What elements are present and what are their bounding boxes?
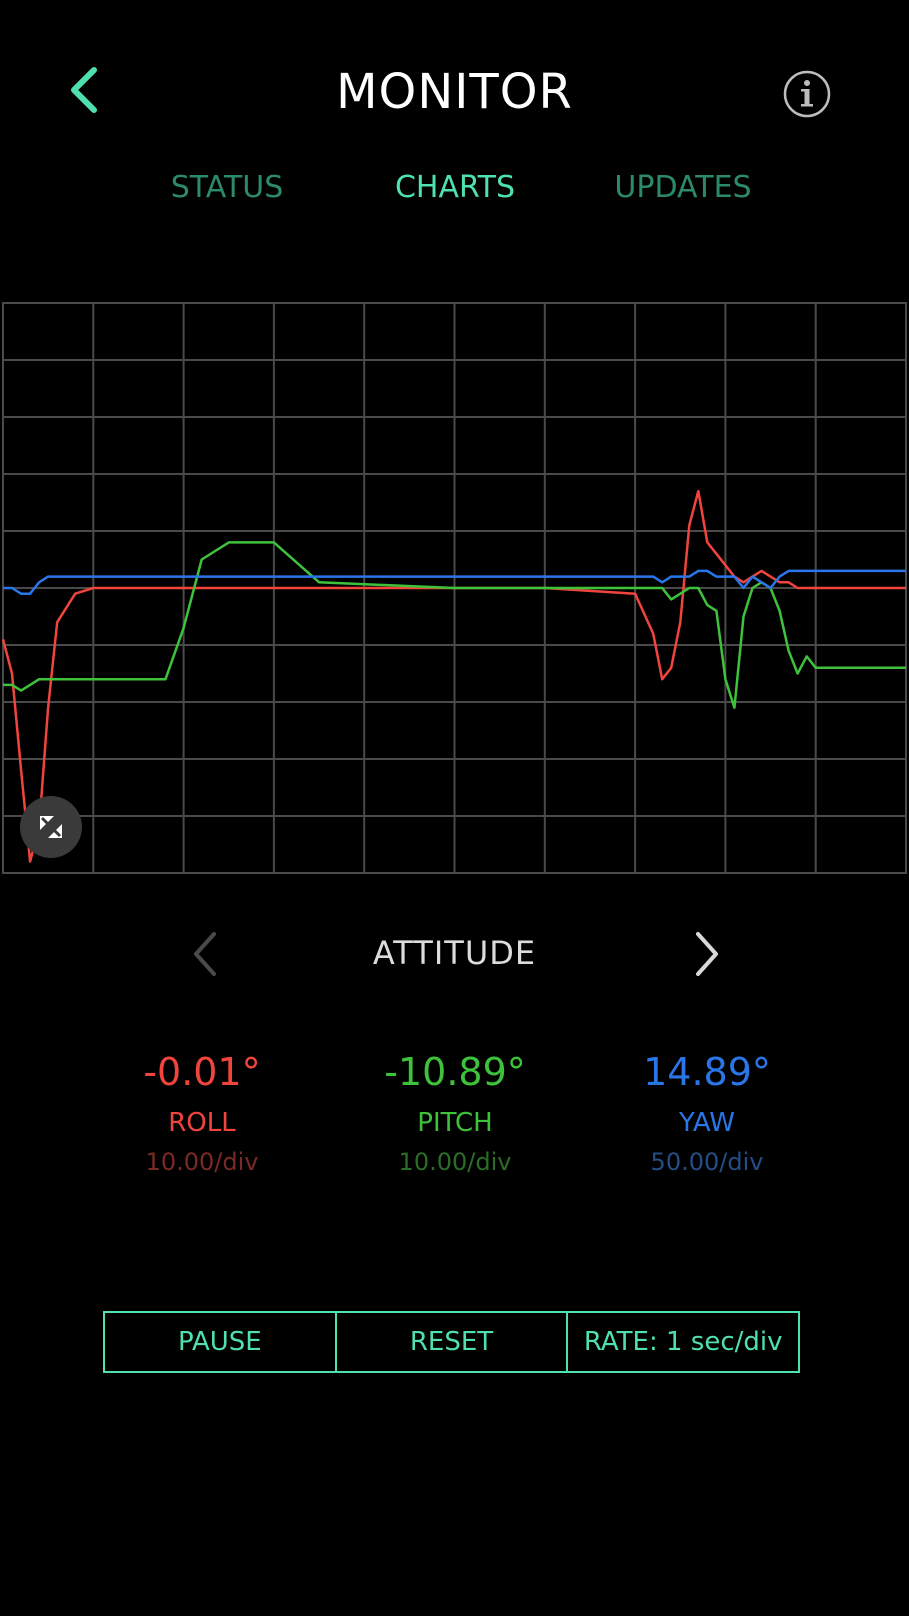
yaw-readout: 14.89° YAW 50.00/div: [577, 1050, 837, 1176]
tab-updates[interactable]: UPDATES: [614, 170, 751, 205]
roll-label: ROLL: [168, 1108, 236, 1138]
pitch-scale: 10.00/div: [398, 1148, 512, 1176]
header: MONITOR: [0, 0, 909, 150]
monitor-screen: MONITOR STATUS CHARTS UPDATES ATTITUDE -…: [0, 0, 909, 1616]
chevron-right-icon: [696, 932, 718, 976]
roll-readout: -0.01° ROLL 10.00/div: [72, 1050, 332, 1176]
attitude-chart: [2, 302, 907, 874]
info-button[interactable]: [782, 69, 832, 119]
pitch-readout: -10.89° PITCH 10.00/div: [325, 1050, 585, 1176]
yaw-label: YAW: [679, 1108, 735, 1138]
pause-button[interactable]: PAUSE: [105, 1313, 335, 1371]
expand-chart-button[interactable]: [20, 796, 82, 858]
series-navigator: ATTITUDE: [0, 920, 909, 990]
yaw-scale: 50.00/div: [650, 1148, 764, 1176]
expand-icon: [40, 816, 62, 838]
readouts: -0.01° ROLL 10.00/div -10.89° PITCH 10.0…: [0, 1050, 909, 1190]
pitch-value: -10.89°: [384, 1050, 526, 1094]
roll-scale: 10.00/div: [145, 1148, 259, 1176]
page-title: MONITOR: [336, 64, 573, 120]
rate-button[interactable]: RATE: 1 sec/div: [566, 1313, 798, 1371]
chart-controls: PAUSE RESET RATE: 1 sec/div: [103, 1311, 800, 1373]
next-series-button[interactable]: [686, 928, 726, 984]
tab-charts[interactable]: CHARTS: [395, 170, 515, 205]
yaw-value: 14.89°: [643, 1050, 771, 1094]
roll-value: -0.01°: [143, 1050, 261, 1094]
tab-status[interactable]: STATUS: [171, 170, 284, 205]
pitch-label: PITCH: [417, 1108, 493, 1138]
chart-canvas: [2, 302, 907, 874]
series-title: ATTITUDE: [372, 934, 537, 972]
tab-bar: STATUS CHARTS UPDATES: [0, 170, 909, 218]
reset-button[interactable]: RESET: [334, 1313, 567, 1371]
info-icon: [783, 70, 831, 118]
